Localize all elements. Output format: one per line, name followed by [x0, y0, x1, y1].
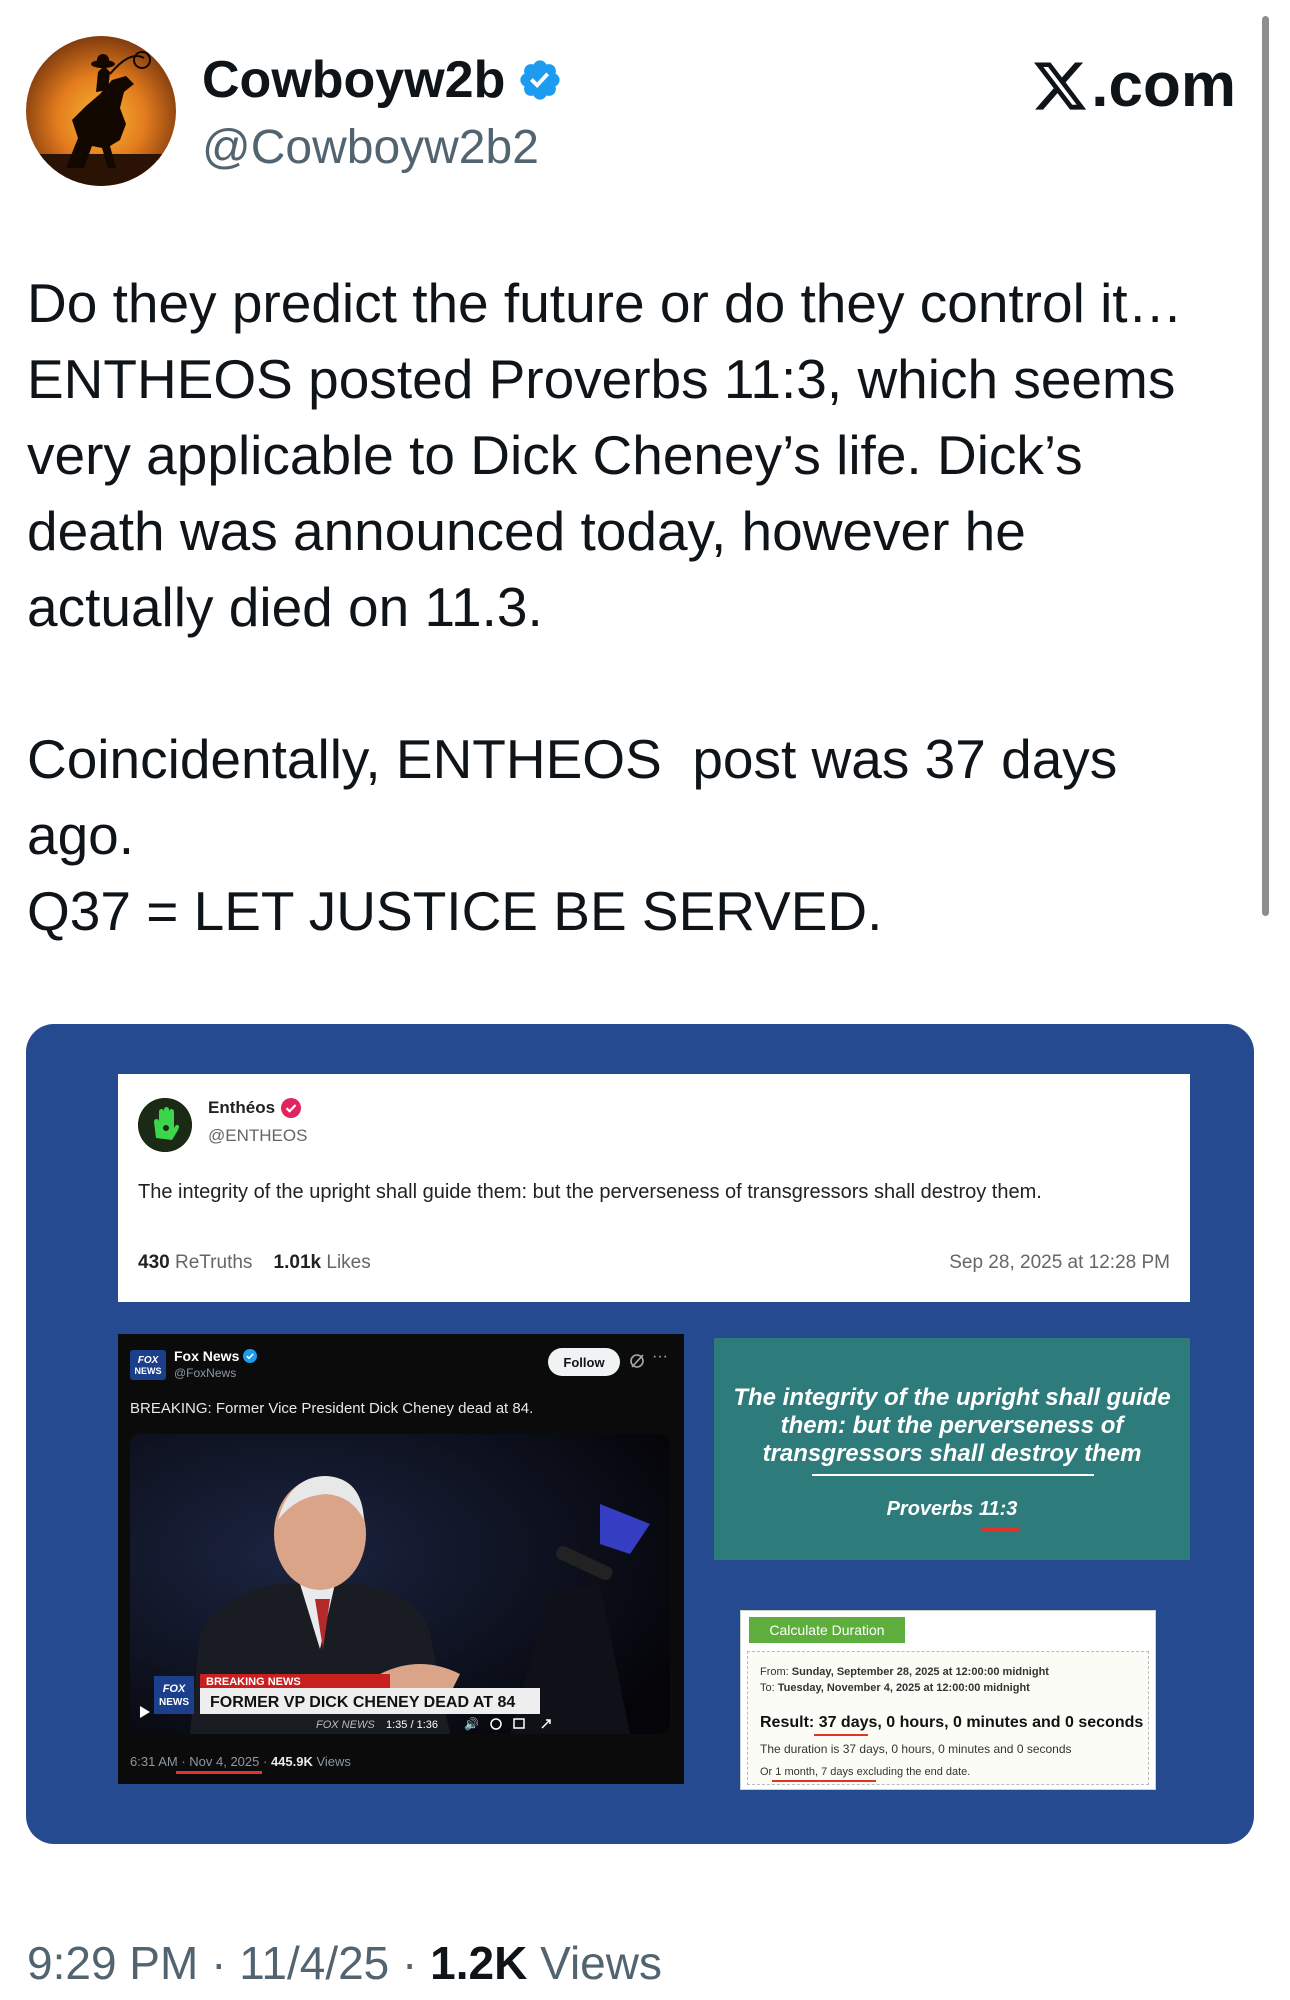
fox-handle: @FoxNews — [174, 1366, 237, 1380]
calc-to-label: To: — [760, 1682, 775, 1694]
grok-icon — [630, 1354, 644, 1368]
tweet-footer-meta: 9:29 PM · 11/4/25 · 1.2K Views — [27, 1937, 662, 1989]
calc-from-value: Sunday, September 28, 2025 at 12:00:00 m… — [791, 1666, 1049, 1678]
red-underline-annotation — [772, 1780, 876, 1782]
entheos-post-text: The integrity of the upright shall guide… — [138, 1181, 1042, 1203]
display-name[interactable]: Cowboyw2b — [202, 50, 505, 110]
volume-icon: 🔊 — [464, 1716, 479, 1731]
calc-from: From: Sunday, September 28, 2025 at 12:0… — [760, 1666, 1049, 1678]
duration-calculator-card: Calculate Duration From: Sunday, Septemb… — [740, 1610, 1156, 1790]
calc-result: Result: 37 days, 0 hours, 0 minutes and … — [760, 1714, 1143, 1732]
entheos-post-card: Enthéos @ENTHEOS The integrity of the up… — [118, 1074, 1190, 1302]
fox-views-count: 445.9K — [270, 1754, 313, 1769]
calc-from-label: From: — [760, 1666, 789, 1678]
fox-post-date: Nov 4, 2025 — [189, 1754, 260, 1769]
tweet-paragraph-1: Do they predict the future or do they co… — [27, 272, 1183, 638]
site-label: .com — [1031, 50, 1236, 121]
tweet-text: Do they predict the future or do they co… — [27, 265, 1227, 949]
verified-badge-icon — [243, 1349, 258, 1363]
more-options-icon: ··· — [652, 1348, 668, 1365]
dick-cheney-video-frame: BREAKING NEWS FORMER VP DICK CHENEY DEAD… — [130, 1434, 670, 1734]
calc-or-text: Or 1 month, 7 days excluding the end dat… — [760, 1766, 971, 1778]
red-underline-annotation — [982, 1528, 1020, 1531]
fox-post-time: 6:31 AM — [130, 1754, 178, 1769]
verified-badge-icon — [520, 60, 560, 100]
calculate-duration-button: Calculate Duration — [749, 1617, 905, 1643]
chyron-text: FORMER VP DICK CHENEY DEAD AT 84 — [210, 1694, 515, 1711]
entheos-stats: 430 ReTruths 1.01k Likes — [138, 1252, 371, 1274]
fox-logo-line-2: NEWS — [135, 1366, 162, 1376]
retruths-label: ReTruths — [174, 1252, 253, 1273]
verse-divider — [812, 1474, 1094, 1476]
channel-bug-text: FOX NEWS — [316, 1719, 375, 1731]
tweet-paragraph-2: Coincidentally, ENTHEOS post was 37 days… — [27, 728, 1118, 942]
breaking-news-banner: BREAKING NEWS — [206, 1676, 301, 1688]
fox-name: Fox News — [174, 1348, 240, 1364]
fox-news-logo: FOX NEWS — [130, 1350, 166, 1380]
red-underline-annotation — [814, 1734, 868, 1736]
fox-post-meta: 6:31 AM · Nov 4, 2025 · 445.9K Views — [130, 1754, 351, 1769]
site-label-text: .com — [1091, 51, 1236, 120]
likes-label: Likes — [326, 1252, 371, 1273]
calc-result-rest: 0 hours, 0 minutes and 0 seconds — [886, 1714, 1144, 1731]
avatar[interactable] — [26, 36, 176, 186]
fox-news-post-card: FOX NEWS Fox News @FoxNews Follow ··· BR… — [118, 1334, 684, 1784]
verified-badge-icon — [281, 1098, 302, 1118]
entheos-name: Enthéos — [208, 1098, 276, 1117]
calc-duration-text: The duration is 37 days, 0 hours, 0 minu… — [760, 1742, 1072, 1756]
tweet-media-image[interactable]: Enthéos @ENTHEOS The integrity of the up… — [26, 1024, 1254, 1844]
calc-to-value: Tuesday, November 4, 2025 at 12:00:00 mi… — [777, 1682, 1030, 1694]
tweet-header: Cowboyw2b @Cowboyw2b2 .com — [26, 36, 1236, 186]
post-date: 11/4/25 — [239, 1937, 390, 1989]
calc-result-days: 37 days, — [818, 1714, 882, 1731]
proverbs-verse-card: The integrity of the upright shall guide… — [714, 1338, 1190, 1560]
avatar-cowboy-silhouette-image — [26, 36, 176, 186]
verse-reference: Proverbs 11:3 — [886, 1498, 1018, 1520]
fox-logo-line-1: FOX — [138, 1355, 160, 1366]
user-handle[interactable]: @Cowboyw2b2 — [202, 120, 539, 175]
fox-post-text: BREAKING: Former Vice President Dick Che… — [130, 1400, 534, 1417]
fox-views-label: Views — [316, 1754, 351, 1769]
entheos-post-date: Sep 28, 2025 at 12:28 PM — [949, 1252, 1170, 1273]
video-thumbnail: BREAKING NEWS FORMER VP DICK CHENEY DEAD… — [130, 1434, 670, 1734]
entheos-avatar — [138, 1098, 192, 1152]
scrollbar[interactable] — [1262, 16, 1269, 916]
likes-count: 1.01k — [273, 1252, 322, 1273]
follow-button: Follow — [548, 1348, 620, 1376]
red-underline-annotation — [176, 1771, 262, 1774]
retruths-count: 430 — [138, 1252, 170, 1273]
entheos-handle: @ENTHEOS — [208, 1126, 308, 1145]
calc-to: To: Tuesday, November 4, 2025 at 12:00:0… — [760, 1682, 1030, 1694]
chyron-logo-line-2: NEWS — [159, 1697, 189, 1708]
views-count: 1.2K — [430, 1937, 528, 1989]
calculator-result-panel: From: Sunday, September 28, 2025 at 12:0… — [747, 1651, 1149, 1785]
chyron-logo-line-1: FOX — [163, 1683, 186, 1695]
hand-icon — [138, 1098, 192, 1152]
calc-result-label: Result: — [760, 1714, 815, 1731]
verse-text: The integrity of the upright shall guide… — [733, 1384, 1171, 1467]
post-time: 9:29 PM — [27, 1937, 199, 1989]
video-time: 1:35 / 1:36 — [386, 1719, 438, 1731]
views-label: Views — [540, 1937, 662, 1989]
x-logo-icon — [1034, 61, 1087, 110]
